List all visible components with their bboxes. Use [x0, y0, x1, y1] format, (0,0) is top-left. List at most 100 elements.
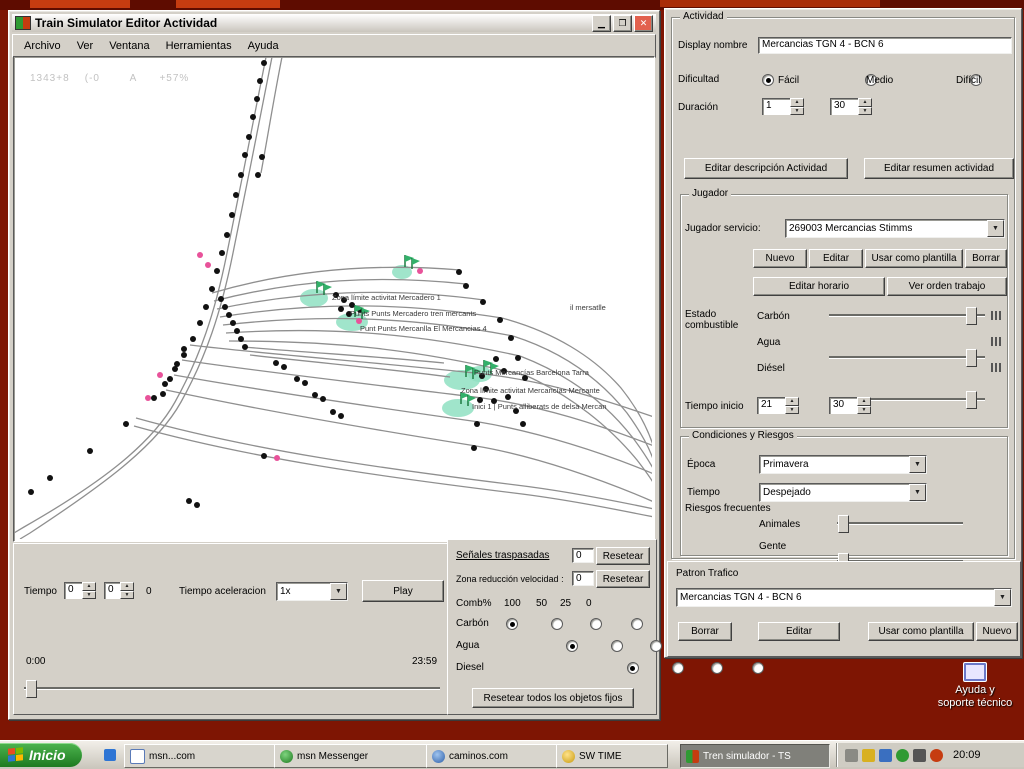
maximize-button[interactable]: ❐ — [613, 15, 632, 32]
track-node[interactable] — [250, 114, 256, 120]
track-node[interactable] — [312, 392, 318, 398]
chevron-down-icon[interactable]: ▼ — [987, 220, 1004, 237]
track-node[interactable] — [203, 304, 209, 310]
display-name-field[interactable]: Mercancias TGN 4 - BCN 6 — [758, 37, 1012, 54]
coal-100-radio[interactable] — [506, 618, 518, 630]
track-node[interactable] — [493, 356, 499, 362]
traffic-edit-button[interactable]: Editar — [758, 622, 840, 641]
track-node[interactable] — [456, 269, 462, 275]
track-node[interactable] — [238, 336, 244, 342]
diesel-100-radio[interactable] — [627, 662, 639, 674]
water-100-radio[interactable] — [566, 640, 578, 652]
start-button[interactable]: Inicio — [0, 743, 82, 767]
track-node[interactable] — [87, 448, 93, 454]
track-node[interactable] — [480, 299, 486, 305]
taskbar-button-1[interactable]: msn...com — [124, 744, 278, 768]
service-new-button[interactable]: Nuevo — [753, 249, 807, 268]
track-node[interactable] — [160, 391, 166, 397]
tray-network-icon[interactable] — [879, 749, 892, 762]
taskbar-clock[interactable]: 20:09 — [953, 749, 981, 761]
menu-herramientas[interactable]: Herramientas — [159, 38, 239, 54]
track-node[interactable] — [257, 78, 263, 84]
edit-summary-button[interactable]: Editar resumen actividad — [864, 158, 1014, 179]
tray-volume-icon[interactable] — [845, 749, 858, 762]
season-combobox[interactable]: Primavera▼ — [759, 455, 927, 474]
track-node[interactable] — [338, 306, 344, 312]
track-node[interactable] — [238, 172, 244, 178]
taskbar-button-active[interactable]: Tren simulador - TS — [680, 744, 830, 768]
speed-reset-button[interactable]: Resetear — [596, 570, 650, 588]
junction-node[interactable] — [157, 372, 163, 378]
menu-ayuda[interactable]: Ayuda — [241, 38, 286, 54]
chevron-down-icon[interactable]: ▼ — [909, 484, 926, 501]
coal-50-radio[interactable] — [551, 618, 563, 630]
minimize-button[interactable]: ▁ — [592, 15, 611, 32]
track-node[interactable] — [463, 283, 469, 289]
track-node[interactable] — [224, 232, 230, 238]
coal-slider[interactable] — [829, 307, 985, 323]
track-node[interactable] — [234, 328, 240, 334]
track-node[interactable] — [229, 212, 235, 218]
water-slider[interactable] — [829, 349, 985, 365]
close-button[interactable]: ✕ — [634, 15, 653, 32]
duration-minutes-spinner[interactable]: 30▲▼ — [830, 98, 872, 115]
time-hours-spinner[interactable]: 0▲▼ — [64, 582, 96, 599]
menu-archivo[interactable]: Archivo — [17, 38, 68, 54]
track-node[interactable] — [47, 475, 53, 481]
quicklaunch-icon[interactable] — [104, 749, 116, 761]
track-node[interactable] — [194, 502, 200, 508]
chevron-down-icon[interactable]: ▼ — [330, 583, 347, 600]
track-node[interactable] — [230, 320, 236, 326]
track-node[interactable] — [259, 154, 265, 160]
signals-reset-button[interactable]: Resetear — [596, 547, 650, 565]
track-node[interactable] — [338, 413, 344, 419]
track-node[interactable] — [181, 346, 187, 352]
track-node[interactable] — [330, 409, 336, 415]
track-node[interactable] — [261, 453, 267, 459]
track-node[interactable] — [520, 421, 526, 427]
track-node[interactable] — [254, 96, 260, 102]
traffic-pattern-combobox[interactable]: Mercancias TGN 4 - BCN 6▼ — [676, 588, 1012, 607]
play-button[interactable]: Play — [362, 580, 444, 602]
taskbar-button-4[interactable]: SW TIME — [556, 744, 668, 768]
track-node[interactable] — [222, 304, 228, 310]
junction-node[interactable] — [274, 455, 280, 461]
junction-node[interactable] — [145, 395, 151, 401]
taskbar-button-3[interactable]: caminos.com — [426, 744, 560, 768]
animals-slider[interactable] — [837, 515, 963, 531]
track-node[interactable] — [219, 250, 225, 256]
edit-schedule-button[interactable]: Editar horario — [753, 277, 885, 296]
view-workorder-button[interactable]: Ver orden trabajo — [887, 277, 1007, 296]
track-node[interactable] — [151, 395, 157, 401]
track-node[interactable] — [242, 344, 248, 350]
chevron-down-icon[interactable]: ▼ — [994, 589, 1011, 606]
tray-update-icon[interactable] — [930, 749, 943, 762]
player-service-combobox[interactable]: 269003 Mercancias Stimms▼ — [785, 219, 1005, 238]
track-node[interactable] — [294, 376, 300, 382]
water-50-radio[interactable] — [611, 640, 623, 652]
traffic-delete-button[interactable]: Borrar — [678, 622, 732, 641]
track-node[interactable] — [226, 312, 232, 318]
traffic-use-template-button[interactable]: Usar como plantilla — [868, 622, 974, 641]
junction-node[interactable] — [417, 268, 423, 274]
track-node[interactable] — [273, 360, 279, 366]
track-node[interactable] — [474, 421, 480, 427]
service-delete-button[interactable]: Borrar — [965, 249, 1007, 268]
accel-combobox[interactable]: 1x▼ — [276, 582, 348, 601]
tray-camera-icon[interactable] — [913, 749, 926, 762]
track-node[interactable] — [214, 268, 220, 274]
track-node[interactable] — [162, 381, 168, 387]
taskbar-button-2[interactable]: msn Messenger — [274, 744, 430, 768]
diesel-50-radio[interactable] — [672, 662, 684, 674]
track-node[interactable] — [181, 352, 187, 358]
track-node[interactable] — [242, 152, 248, 158]
water-25-radio[interactable] — [650, 640, 662, 652]
start-minutes-spinner[interactable]: 30▲▼ — [829, 397, 871, 414]
duration-hours-spinner[interactable]: 1▲▼ — [762, 98, 804, 115]
timeline-slider[interactable] — [24, 680, 440, 696]
track-node[interactable] — [261, 60, 267, 66]
track-node[interactable] — [497, 317, 503, 323]
start-hours-spinner[interactable]: 21▲▼ — [757, 397, 799, 414]
track-node[interactable] — [471, 445, 477, 451]
track-node[interactable] — [349, 302, 355, 308]
